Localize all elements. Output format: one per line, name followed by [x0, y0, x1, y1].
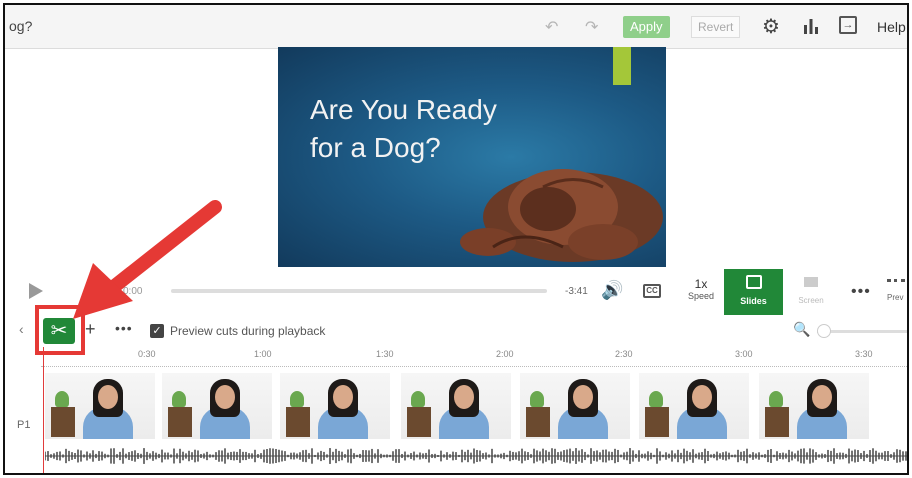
thumbnail-plant — [411, 391, 425, 407]
thumbnail-shelf — [407, 407, 431, 437]
preview-cuts-checkbox[interactable]: ✓ — [150, 324, 164, 338]
apply-button[interactable]: Apply — [623, 16, 670, 38]
bar-chart-icon[interactable] — [802, 17, 820, 40]
presentation-title: og? — [9, 18, 33, 34]
revert-button[interactable]: Revert — [691, 16, 741, 38]
chevron-left-icon[interactable]: ‹ — [19, 321, 24, 337]
video-thumbnail[interactable] — [280, 373, 392, 439]
playhead[interactable] — [43, 347, 44, 473]
annotation-arrow — [73, 200, 222, 319]
help-link[interactable]: Help — [877, 19, 906, 35]
slide-preview: Are You Ready for a Dog? — [278, 47, 666, 267]
speed-value: 1x — [694, 277, 708, 291]
thumbnail-plant — [649, 391, 663, 407]
volume-icon[interactable]: 🔊 — [601, 280, 623, 301]
thumbnail-shelf — [765, 407, 789, 437]
slide-accent-bar — [613, 47, 631, 85]
redo-icon[interactable]: ↷ — [585, 17, 598, 37]
exit-icon[interactable]: → — [839, 16, 857, 34]
thumbnail-face — [333, 385, 353, 409]
thumbnail-face — [692, 385, 712, 409]
thumbnail-plant — [769, 391, 783, 407]
screen-label: Screen — [798, 296, 824, 305]
tick-label: 3:30 — [855, 349, 873, 359]
tick-label: 2:00 — [496, 349, 514, 359]
play-icon[interactable] — [29, 283, 43, 299]
track-label: P1 — [17, 419, 31, 431]
tick-label: 2:30 — [615, 349, 633, 359]
video-thumbnail[interactable] — [401, 373, 513, 439]
preview-label: Prev — [887, 293, 904, 302]
preview-icon — [887, 279, 905, 287]
thumbnail-plant — [530, 391, 544, 407]
thumbnail-face — [215, 385, 235, 409]
tick-label: 0:30 — [138, 349, 156, 359]
video-thumbnail[interactable] — [520, 373, 632, 439]
thumbnail-shelf — [286, 407, 310, 437]
thumbnail-shelf — [645, 407, 669, 437]
zoom-slider-thumb[interactable] — [817, 324, 831, 338]
more-options-icon[interactable]: ••• — [851, 283, 871, 301]
thumbnail-shelf — [526, 407, 550, 437]
captions-icon[interactable]: CC — [643, 284, 661, 298]
screen-icon — [804, 277, 818, 287]
speed-button[interactable]: 1x Speed — [681, 277, 721, 301]
speed-label: Speed — [687, 291, 715, 301]
thumbnail-face — [812, 385, 832, 409]
remaining-time: -3:41 — [565, 286, 588, 297]
thumbnail-shelf — [51, 407, 75, 437]
slides-icon — [745, 275, 762, 289]
slide-title-line1: Are You Ready — [310, 94, 497, 125]
zoom-icon: 🔍 — [793, 321, 811, 337]
preview-cuts-label: Preview cuts during playback — [170, 324, 326, 338]
video-thumbnail[interactable] — [759, 373, 871, 439]
thumbnail-plant — [172, 391, 186, 407]
thumbnail-face — [98, 385, 118, 409]
editor-window: og? ↶ ↷ Apply Revert ⚙ → Help Are You Re… — [3, 3, 909, 475]
tick-label: 1:00 — [254, 349, 272, 359]
thumbnail-shelf — [168, 407, 192, 437]
video-thumbnail[interactable] — [162, 373, 274, 439]
tick-label: 3:00 — [735, 349, 753, 359]
audio-waveform[interactable] — [45, 445, 907, 467]
dog-image — [460, 169, 663, 262]
thumbnail-face — [573, 385, 593, 409]
top-toolbar: og? ↶ ↷ Apply Revert ⚙ → Help — [5, 5, 907, 49]
slides-label: Slides — [740, 296, 767, 306]
gear-icon[interactable]: ⚙ — [762, 14, 780, 39]
tick-label: 1:30 — [376, 349, 394, 359]
thumbnail-plant — [55, 391, 69, 407]
screen-button[interactable]: Screen — [791, 275, 831, 308]
video-thumbnail[interactable] — [639, 373, 751, 439]
thumbnail-plant — [290, 391, 304, 407]
thumbnail-face — [454, 385, 474, 409]
undo-icon[interactable]: ↶ — [545, 17, 558, 37]
slides-button[interactable]: Slides — [724, 269, 783, 315]
video-thumbnail[interactable] — [45, 373, 157, 439]
timeline-ruler: 0:30 1:00 1:30 2:00 2:30 3:00 3:30 — [41, 347, 907, 367]
preview-button[interactable]: Prev — [887, 279, 907, 305]
